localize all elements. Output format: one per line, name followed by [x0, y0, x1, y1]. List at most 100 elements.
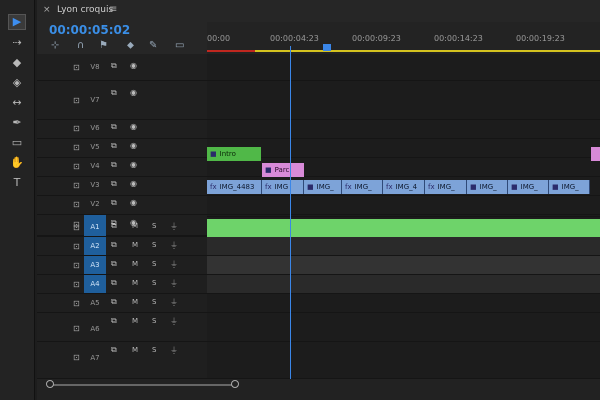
source-patch-a3[interactable]: A3: [84, 256, 106, 274]
work-area-bar[interactable]: [207, 50, 600, 52]
playhead-marker[interactable]: [323, 44, 331, 51]
title-clip[interactable]: ■ Parc: [262, 163, 304, 177]
eye-icon[interactable]: ◉: [130, 179, 137, 188]
track-lane-v8[interactable]: [207, 54, 600, 81]
pen-tool-icon[interactable]: ✒: [9, 116, 25, 130]
horizontal-zoom-scrollbar[interactable]: [37, 379, 600, 400]
mute-button[interactable]: M: [132, 241, 138, 249]
eye-icon[interactable]: ◉: [130, 160, 137, 169]
video-clip[interactable]: ■ IMG_: [467, 180, 508, 194]
solo-button[interactable]: S: [152, 279, 156, 287]
track-label[interactable]: V2: [84, 200, 106, 208]
lock-icon[interactable]: ⊡: [73, 143, 80, 152]
track-lane-v2[interactable]: [207, 196, 600, 215]
settings-wrench-icon[interactable]: ✎: [149, 40, 157, 51]
add-marker-icon[interactable]: ⬥: [127, 40, 134, 51]
mute-button[interactable]: M: [132, 298, 138, 306]
solo-button[interactable]: S: [152, 241, 156, 249]
lock-icon[interactable]: ⊡: [73, 200, 80, 209]
type-tool-icon[interactable]: T: [9, 176, 25, 190]
panel-menu-icon[interactable]: ≡: [109, 4, 117, 15]
sync-icon[interactable]: ⧉: [111, 221, 117, 231]
sync-icon[interactable]: ⧉: [111, 160, 117, 170]
sync-icon[interactable]: ⧉: [111, 61, 117, 71]
sync-icon[interactable]: ⧉: [111, 240, 117, 250]
track-label[interactable]: A7: [84, 354, 106, 362]
mic-icon[interactable]: ⏚: [170, 316, 178, 327]
sync-icon[interactable]: ⧉: [111, 278, 117, 288]
lock-icon[interactable]: ⊡: [73, 280, 80, 289]
title-clip[interactable]: [591, 147, 600, 161]
mute-button[interactable]: M: [132, 222, 138, 230]
nest-icon[interactable]: ⊹: [51, 40, 59, 51]
video-clip[interactable]: fx IMG: [262, 180, 304, 194]
solo-button[interactable]: S: [152, 222, 156, 230]
lock-icon[interactable]: ⊡: [73, 223, 80, 232]
track-label[interactable]: V6: [84, 124, 106, 132]
scrollbar-left-handle[interactable]: [46, 380, 54, 388]
slip-tool-icon[interactable]: ↔: [9, 96, 25, 110]
track-label[interactable]: V5: [84, 143, 106, 151]
timeline-tab[interactable]: × Lyon croquis ≡: [37, 0, 600, 22]
scrollbar-right-handle[interactable]: [231, 380, 239, 388]
lock-icon[interactable]: ⊡: [73, 324, 80, 333]
track-label[interactable]: V3: [84, 181, 106, 189]
track-lane-a2[interactable]: [207, 237, 600, 256]
track-lane-a7[interactable]: [207, 342, 600, 379]
track-label[interactable]: V8: [84, 63, 106, 71]
eye-icon[interactable]: ◉: [130, 61, 137, 70]
sync-icon[interactable]: ⧉: [111, 316, 117, 326]
solo-button[interactable]: S: [152, 317, 156, 325]
source-patch-a1[interactable]: A1: [84, 218, 106, 236]
solo-button[interactable]: S: [152, 298, 156, 306]
mute-button[interactable]: M: [132, 260, 138, 268]
track-lane-a6[interactable]: [207, 313, 600, 342]
mic-icon[interactable]: ⏚: [170, 345, 178, 356]
mute-button[interactable]: M: [132, 279, 138, 287]
track-select-tool-icon[interactable]: ⇢: [9, 36, 25, 50]
linked-selection-icon[interactable]: ⚑: [99, 40, 108, 51]
sync-icon[interactable]: ⧉: [111, 198, 117, 208]
lock-icon[interactable]: ⊡: [73, 353, 80, 362]
snap-icon[interactable]: ∩: [77, 40, 84, 51]
sequence-name[interactable]: Lyon croquis: [57, 5, 113, 15]
video-clip[interactable]: fx IMG_4483: [207, 180, 262, 194]
eye-icon[interactable]: ◉: [130, 122, 137, 131]
lock-icon[interactable]: ⊡: [73, 162, 80, 171]
mic-icon[interactable]: ⏚: [170, 259, 178, 270]
track-lane-a3[interactable]: [207, 256, 600, 275]
eye-icon[interactable]: ◉: [130, 141, 137, 150]
mute-button[interactable]: M: [132, 317, 138, 325]
sync-icon[interactable]: ⧉: [111, 122, 117, 132]
audio-clip[interactable]: [207, 219, 600, 237]
close-tab-icon[interactable]: ×: [43, 5, 51, 15]
track-lane-v6[interactable]: [207, 120, 600, 139]
lock-icon[interactable]: ⊡: [73, 63, 80, 72]
mute-button[interactable]: M: [132, 346, 138, 354]
sync-icon[interactable]: ⧉: [111, 88, 117, 98]
track-label[interactable]: A6: [84, 325, 106, 333]
lock-icon[interactable]: ⊡: [73, 124, 80, 133]
title-clip[interactable]: ■ Intro: [207, 147, 261, 161]
sync-icon[interactable]: ⧉: [111, 179, 117, 189]
razor-tool-icon[interactable]: ◈: [9, 76, 25, 90]
solo-button[interactable]: S: [152, 346, 156, 354]
solo-button[interactable]: S: [152, 260, 156, 268]
sync-icon[interactable]: ⧉: [111, 297, 117, 307]
playhead-timecode[interactable]: 00:00:05:02: [49, 23, 130, 37]
lock-icon[interactable]: ⊡: [73, 299, 80, 308]
track-lane-a5[interactable]: [207, 294, 600, 313]
track-lane-v1[interactable]: [207, 215, 600, 217]
lock-icon[interactable]: ⊡: [73, 242, 80, 251]
mic-icon[interactable]: ⏚: [170, 278, 178, 289]
mic-icon[interactable]: ⏚: [170, 297, 178, 308]
eye-icon[interactable]: ◉: [130, 88, 137, 97]
playhead-line[interactable]: [290, 46, 291, 383]
track-lane-v7[interactable]: [207, 81, 600, 120]
source-patch-a2[interactable]: A2: [84, 237, 106, 255]
captions-icon[interactable]: ▭: [175, 40, 184, 51]
lock-icon[interactable]: ⊡: [73, 181, 80, 190]
video-clip[interactable]: fx IMG_: [425, 180, 467, 194]
lock-icon[interactable]: ⊡: [73, 261, 80, 270]
rectangle-tool-icon[interactable]: ▭: [9, 136, 25, 150]
